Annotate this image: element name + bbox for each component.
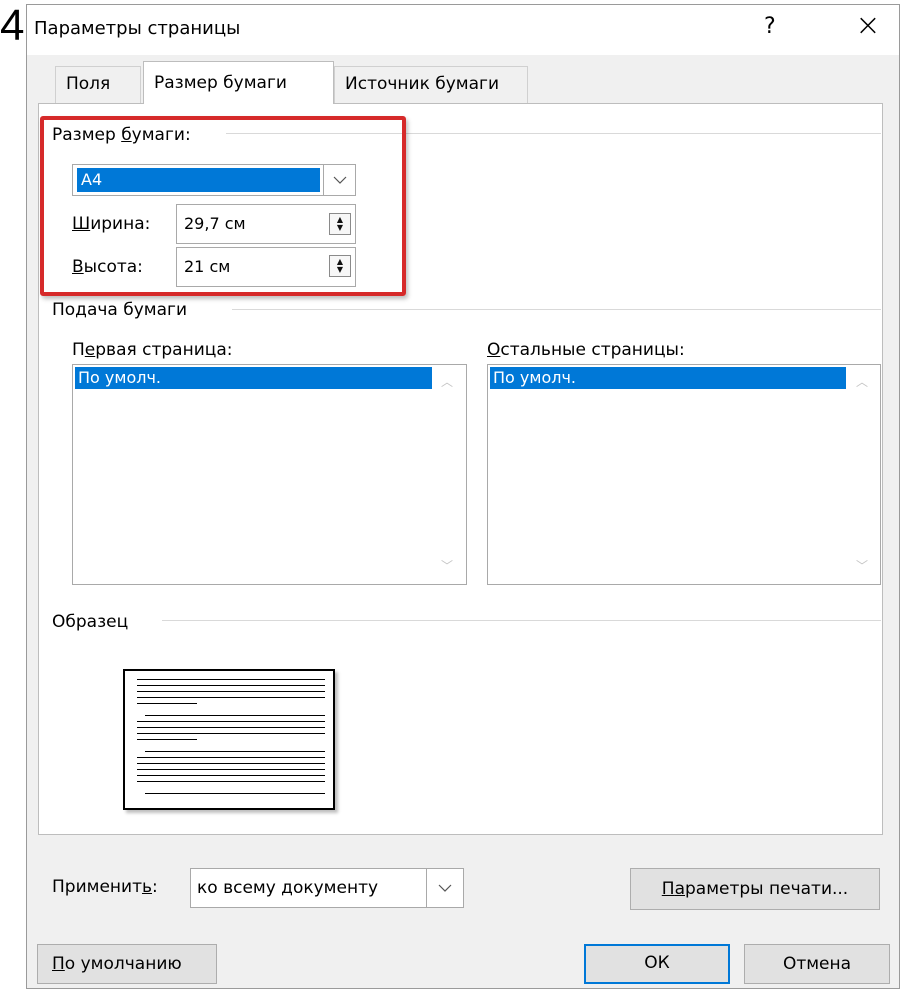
scroll-down-icon[interactable]: ﹀ [856, 557, 868, 574]
group-divider [162, 620, 881, 621]
scroll-up-icon[interactable]: ︿ [441, 373, 453, 390]
first-page-label: Первая страница: [72, 340, 233, 360]
cancel-button[interactable]: Отмена [744, 944, 890, 984]
width-spinner[interactable]: ▲ ▼ [329, 213, 351, 235]
tab-paper-source[interactable]: Источник бумаги [334, 66, 528, 103]
page-preview [123, 669, 335, 810]
chevron-down-icon [438, 884, 452, 892]
spin-down-icon[interactable]: ▼ [337, 266, 343, 274]
print-options-button[interactable]: Параметры печати... [630, 868, 880, 910]
other-pages-list[interactable]: По умолч. ︿ ﹀ [487, 364, 881, 585]
scroll-up-icon[interactable]: ︿ [856, 373, 868, 390]
paper-source-group-label: Подача бумаги [52, 300, 187, 320]
apply-label: Применить: [52, 877, 158, 897]
apply-select[interactable]: ко всему документу [190, 868, 427, 908]
help-button[interactable]: ? [764, 14, 776, 39]
spin-down-icon[interactable]: ▼ [337, 224, 343, 232]
height-label: Высота: [72, 257, 143, 277]
group-divider [232, 309, 881, 310]
close-button[interactable]: × [848, 8, 888, 44]
apply-dropdown-button[interactable] [426, 868, 464, 908]
default-button[interactable]: По умолчанию [37, 944, 217, 984]
ok-button[interactable]: ОК [584, 944, 730, 984]
group-divider [226, 133, 881, 134]
first-page-list[interactable]: По умолч. ︿ ﹀ [72, 364, 467, 585]
scroll-down-icon[interactable]: ﹀ [441, 557, 453, 574]
other-pages-label: Остальные страницы: [487, 340, 685, 360]
preview-group-label: Образец [52, 612, 129, 632]
paper-size-value: A4 [77, 168, 320, 192]
tab-paper-size[interactable]: Размер бумаги [143, 61, 334, 104]
paper-size-dropdown-button[interactable] [323, 164, 356, 196]
dialog-title: Параметры страницы [34, 18, 241, 39]
slide-number: 4 [0, 1, 25, 50]
list-item[interactable]: По умолч. [75, 367, 432, 389]
list-item[interactable]: По умолч. [490, 367, 846, 389]
tab-margins[interactable]: Поля [55, 66, 141, 103]
chevron-down-icon [333, 176, 346, 184]
width-label: Ширина: [72, 214, 151, 234]
paper-size-group-label: Размер бумаги: [52, 125, 191, 145]
height-spinner[interactable]: ▲ ▼ [329, 255, 351, 277]
